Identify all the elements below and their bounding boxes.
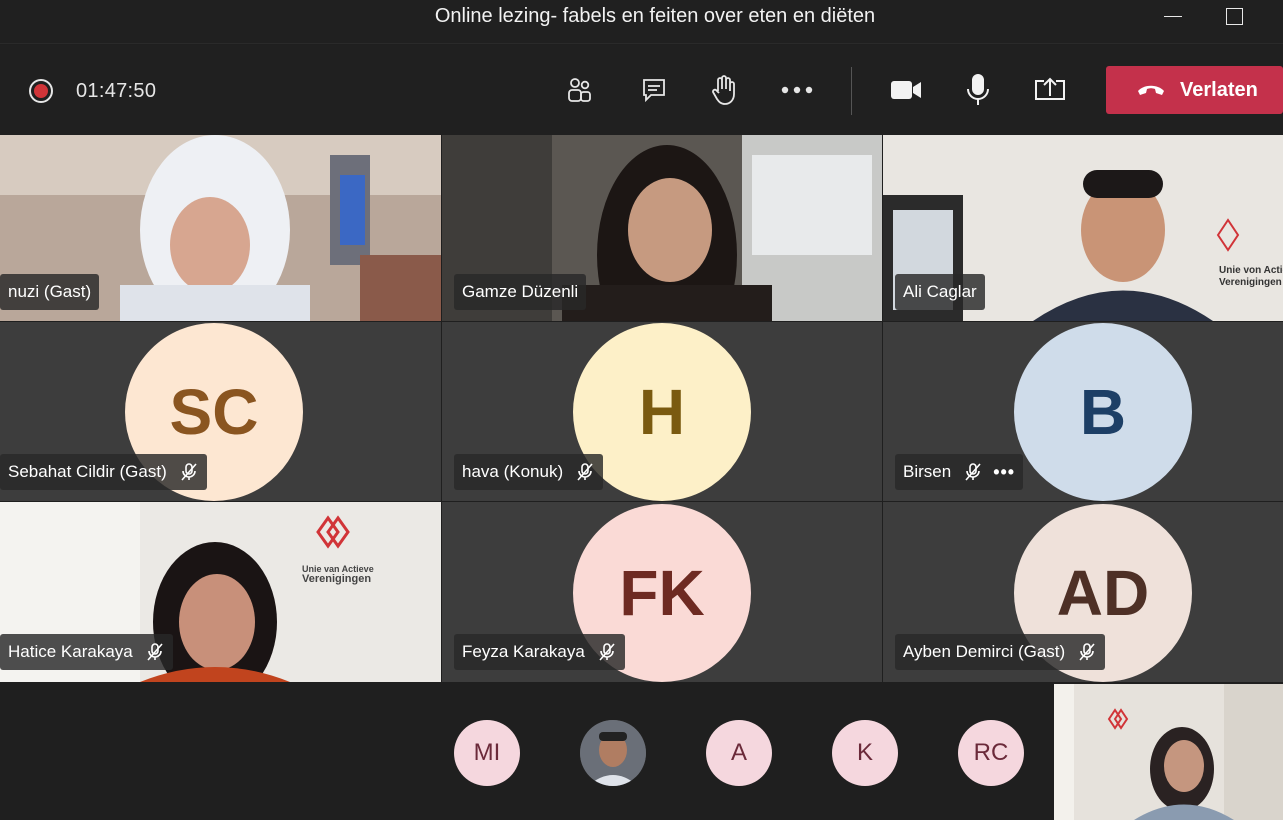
svg-text:Verenigingen: Verenigingen — [1219, 277, 1282, 288]
mic-muted-icon — [147, 643, 163, 661]
name-chip: Ayben Demirci (Gast) — [895, 634, 1106, 670]
name-chip: Feyza Karakaya — [454, 634, 625, 670]
minimize-button[interactable] — [1150, 0, 1196, 32]
camera-icon — [891, 81, 921, 99]
more-icon — [781, 86, 813, 94]
overflow-participant-avatar[interactable]: RC — [958, 720, 1024, 786]
participant-name: Sebahat Cildir (Gast) — [8, 462, 167, 481]
microphone-icon — [967, 74, 989, 105]
participants-button[interactable] — [562, 72, 598, 108]
raise-hand-button[interactable] — [706, 72, 742, 108]
mic-muted-icon — [1079, 643, 1095, 661]
participants-icon — [568, 78, 591, 102]
participant-photo — [580, 720, 646, 786]
camera-button[interactable] — [888, 72, 924, 108]
self-video — [1054, 684, 1283, 820]
overflow-participant-avatar[interactable]: K — [832, 720, 898, 786]
name-chip: Birsen ••• — [895, 454, 1024, 490]
org-logo-text: Verenigingen — [302, 573, 371, 585]
participant-name: Gamze Düzenli — [462, 282, 579, 301]
mic-muted-icon — [577, 463, 593, 481]
recording-indicator-icon — [29, 79, 53, 103]
maximize-button[interactable] — [1211, 0, 1257, 32]
share-screen-button[interactable] — [1032, 72, 1068, 108]
participant-name: hava (Konuk) — [462, 462, 564, 481]
participant-name: Feyza Karakaya — [462, 642, 585, 661]
toolbar-divider — [851, 67, 852, 115]
name-chip: Hatice Karakaya — [0, 634, 173, 670]
mic-muted-icon — [599, 643, 615, 661]
name-chip: Ali Caglar — [895, 274, 985, 310]
chat-button[interactable] — [636, 72, 672, 108]
more-actions-button[interactable] — [779, 72, 815, 108]
avatar: B — [1014, 323, 1192, 501]
meeting-title: Online lezing- fabels en feiten over ete… — [434, 5, 876, 27]
overflow-participant-photo[interactable] — [580, 720, 646, 786]
title-bar: Online lezing- fabels en feiten over ete… — [0, 0, 1283, 44]
hang-up-icon — [1138, 85, 1164, 95]
participant-name: Ali Caglar — [903, 282, 977, 301]
participant-name: Ayben Demirci (Gast) — [903, 642, 1066, 661]
name-chip: Sebahat Cildir (Gast) — [0, 454, 207, 490]
name-chip: nuzi (Gast) — [0, 274, 100, 310]
meeting-timer: 01:47:50 — [76, 80, 157, 102]
svg-text:Unie von Actieve: Unie von Actieve — [1219, 265, 1283, 276]
leave-button[interactable]: Verlaten — [1106, 66, 1283, 114]
mic-muted-icon — [965, 463, 981, 481]
raise-hand-icon — [712, 75, 735, 105]
share-screen-icon — [1035, 77, 1065, 100]
participant-name: nuzi (Gast) — [8, 282, 92, 301]
participant-name: Hatice Karakaya — [8, 642, 133, 661]
leave-label: Verlaten — [1180, 78, 1258, 101]
self-view-video[interactable] — [1054, 684, 1283, 820]
overflow-participant-avatar[interactable]: A — [706, 720, 772, 786]
overflow-participant-avatar[interactable]: MI — [454, 720, 520, 786]
microphone-button[interactable] — [960, 72, 996, 108]
chat-icon — [643, 79, 665, 103]
minimize-icon — [1164, 15, 1182, 17]
participant-more-button[interactable]: ••• — [993, 462, 1015, 483]
name-chip: hava (Konuk) — [454, 454, 604, 490]
mic-muted-icon — [181, 463, 197, 481]
participant-name: Birsen — [903, 462, 952, 481]
name-chip: Gamze Düzenli — [454, 274, 587, 310]
maximize-icon — [1225, 7, 1243, 25]
meeting-toolbar: 01:47:50 Verlaten — [0, 45, 1283, 135]
